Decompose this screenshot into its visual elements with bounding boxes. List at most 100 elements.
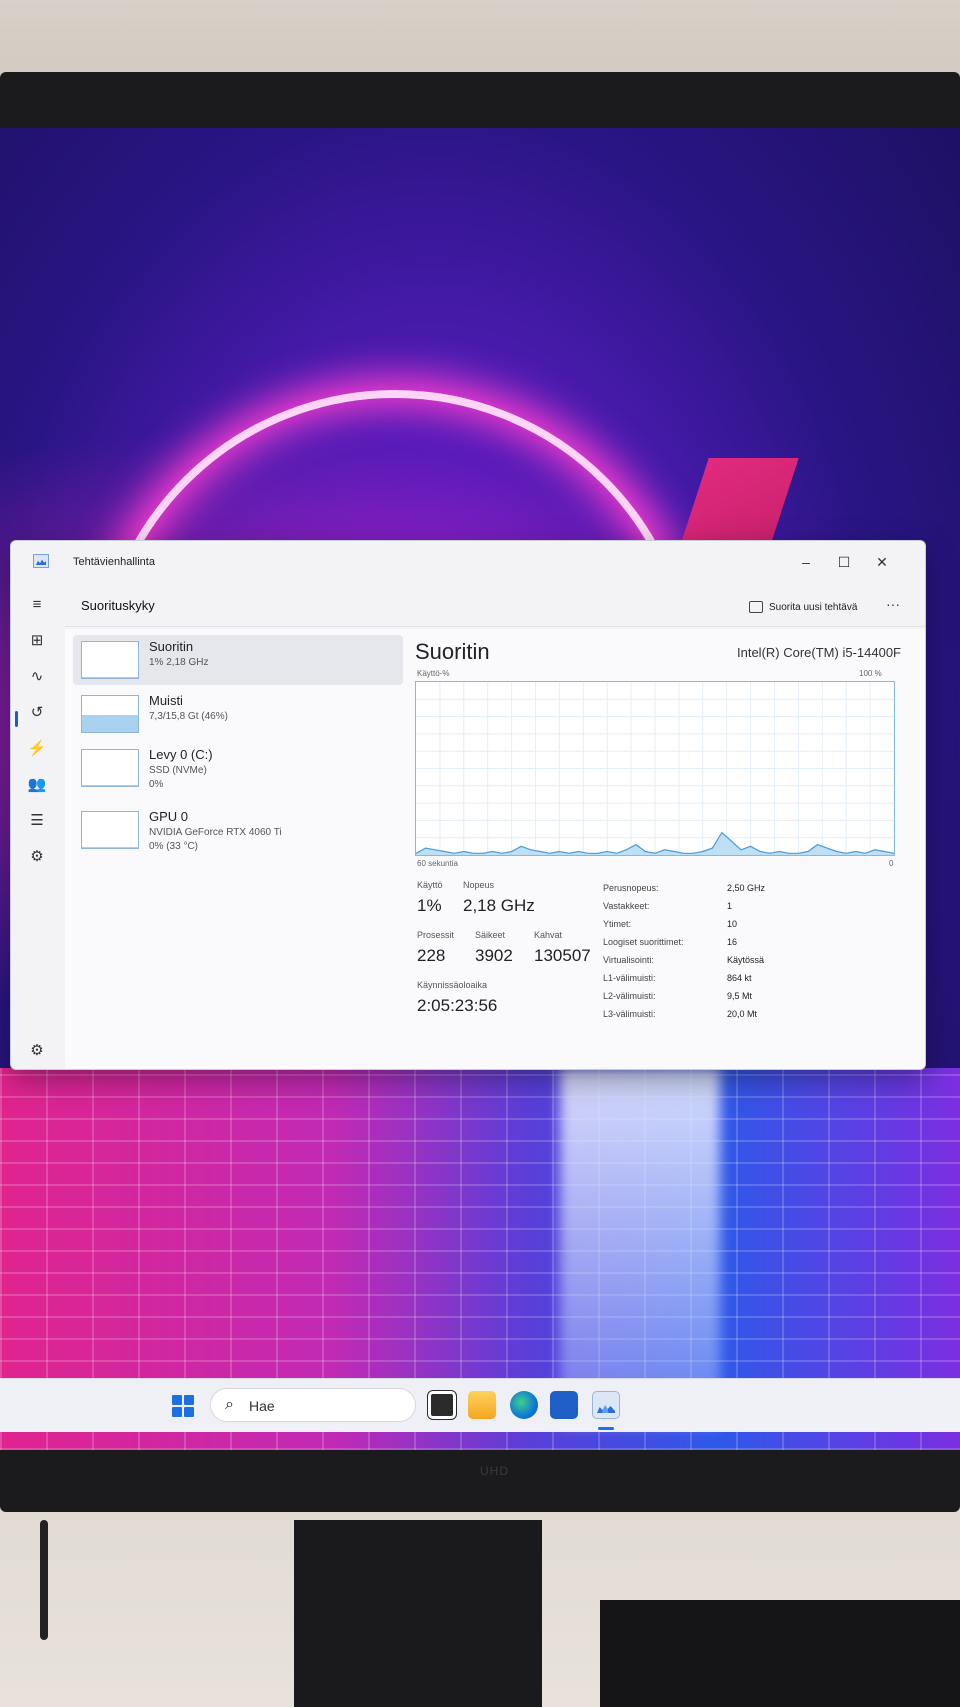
more-options-button[interactable]: ··· <box>879 593 907 617</box>
device-usage: 0% <box>149 779 164 790</box>
spec-label: Virtualisointi: <box>603 955 654 965</box>
app-history-icon[interactable]: ↺ <box>25 701 49 725</box>
close-button[interactable]: ✕ <box>867 551 897 573</box>
disk-thumbnail <box>81 749 139 787</box>
device-cpu[interactable]: Suoritin 1% 2,18 GHz <box>73 635 403 685</box>
title-bar[interactable]: Tehtävienhallinta – ☐ ✕ <box>11 541 925 583</box>
performance-content: Suoritin 1% 2,18 GHz Muisti 7,3/15,8 Gt … <box>65 629 925 1069</box>
speed-value: 2,18 GHz <box>463 896 535 915</box>
spec-value: 1 <box>727 901 733 911</box>
thumbnail-fill <box>82 846 138 848</box>
processes-value: 228 <box>417 946 446 965</box>
task-manager-window: Tehtävienhallinta – ☐ ✕ ≡ ⊞ ∿ ↺ ⚡ 👥 ☰ ⚙ … <box>10 540 926 1070</box>
spec-value: 10 <box>727 919 738 929</box>
startup-apps-icon[interactable]: ⚡ <box>25 737 49 761</box>
threads-label: Säikeet <box>475 930 506 940</box>
monitor-cable <box>40 1520 48 1640</box>
device-detail: SSD (NVMe) <box>149 765 207 776</box>
device-usage: 0% (33 °C) <box>149 841 199 852</box>
edge-browser-icon[interactable] <box>510 1391 538 1419</box>
nav-active-indicator <box>15 711 18 727</box>
speed-label: Nopeus <box>463 880 495 890</box>
thumbnail-fill <box>82 715 138 732</box>
taskbar: ⌕ Hae <box>0 1378 960 1432</box>
panel-title: Suoritin <box>415 639 490 664</box>
microsoft-store-icon[interactable] <box>550 1391 578 1419</box>
device-name: Suoritin <box>149 639 194 654</box>
file-explorer-icon[interactable] <box>468 1391 496 1419</box>
y-axis-label: Käyttö-% <box>417 669 450 678</box>
device-disk[interactable]: Levy 0 (C:) SSD (NVMe) 0% <box>73 743 403 793</box>
device-name: Levy 0 (C:) <box>149 747 213 762</box>
taskbar-search[interactable]: ⌕ Hae <box>210 1388 416 1422</box>
maximize-button[interactable]: ☐ <box>829 551 859 573</box>
desk-object <box>600 1600 960 1707</box>
spec-value: 20,0 Mt <box>727 1009 758 1019</box>
spec-value: 16 <box>727 937 738 947</box>
spec-value: Käytössä <box>727 955 765 965</box>
cpu-performance-panel: Suoritin Intel(R) Core(TM) i5-14400F Käy… <box>415 629 915 1069</box>
spec-label: L1-välimuisti: <box>603 973 656 983</box>
spec-label: Vastakkeet: <box>603 901 650 911</box>
task-view-icon[interactable] <box>427 1390 457 1420</box>
uptime-label: Käynnissäoloaika <box>417 980 488 990</box>
device-name: Muisti <box>149 693 183 708</box>
handles-value: 130507 <box>534 946 591 965</box>
processes-icon[interactable]: ⊞ <box>25 629 49 653</box>
spec-value: 9,5 Mt <box>727 991 753 1001</box>
users-icon[interactable]: 👥 <box>25 773 49 797</box>
device-gpu[interactable]: GPU 0 NVIDIA GeForce RTX 4060 Ti 0% (33 … <box>73 805 403 855</box>
run-task-icon <box>749 601 763 613</box>
device-detail: 7,3/15,8 Gt (46%) <box>149 711 228 722</box>
spec-value: 2,50 GHz <box>727 883 766 893</box>
device-name: GPU 0 <box>149 809 189 824</box>
window-title: Tehtävienhallinta <box>73 556 155 568</box>
details-icon[interactable]: ☰ <box>25 809 49 833</box>
device-list: Suoritin 1% 2,18 GHz Muisti 7,3/15,8 Gt … <box>65 629 405 1069</box>
y-axis-max-label: 100 % <box>859 669 882 678</box>
thumbnail-fill <box>82 784 138 786</box>
threads-value: 3902 <box>475 946 513 965</box>
minimize-button[interactable]: – <box>791 551 821 573</box>
start-button[interactable] <box>172 1395 194 1417</box>
spec-value: 864 kt <box>727 973 752 983</box>
usage-value: 1% <box>417 896 442 915</box>
spec-label: Ytimet: <box>603 919 632 929</box>
monitor-stand <box>294 1520 542 1707</box>
page-title: Suorituskyky <box>81 598 155 613</box>
cpu-usage-chart <box>416 682 894 855</box>
x-axis-label: 60 sekuntia <box>417 859 458 868</box>
services-icon[interactable]: ⚙ <box>25 845 49 869</box>
nav-sidebar: ≡ ⊞ ∿ ↺ ⚡ 👥 ☰ ⚙ ⚙ <box>11 583 63 1069</box>
run-new-task-label: Suorita uusi tehtävä <box>769 601 858 613</box>
uptime-value: 2:05:23:56 <box>417 996 498 1015</box>
active-app-indicator <box>598 1427 614 1430</box>
windows-logo-icon <box>172 1395 182 1405</box>
device-detail: 1% 2,18 GHz <box>149 657 209 668</box>
spec-label: Perusnopeus: <box>603 883 659 893</box>
handles-label: Kahvat <box>534 930 563 940</box>
cpu-model: Intel(R) Core(TM) i5-14400F <box>737 645 901 660</box>
page-header: Suorituskyky Suorita uusi tehtävä ··· <box>65 585 925 627</box>
device-memory[interactable]: Muisti 7,3/15,8 Gt (46%) <box>73 689 403 739</box>
run-new-task-button[interactable]: Suorita uusi tehtävä <box>749 595 857 619</box>
monitor-brand-label: UHD <box>480 1464 509 1478</box>
search-icon: ⌕ <box>225 1396 234 1413</box>
wallpaper-floor-reflection <box>560 1068 720 1428</box>
usage-label: Käyttö <box>417 880 443 890</box>
task-manager-taskbar-icon[interactable] <box>592 1391 620 1419</box>
processes-label: Prosessit <box>417 930 455 940</box>
spec-label: L2-välimuisti: <box>603 991 656 1001</box>
cpu-usage-graph <box>415 681 895 856</box>
cpu-thumbnail <box>81 641 139 679</box>
thumbnail-fill <box>82 676 138 678</box>
spec-label: Loogiset suorittimet: <box>603 937 684 947</box>
settings-gear-icon[interactable]: ⚙ <box>25 1039 49 1063</box>
hamburger-menu-icon[interactable]: ≡ <box>25 593 49 617</box>
x-axis-min-label: 0 <box>889 859 894 868</box>
device-detail: NVIDIA GeForce RTX 4060 Ti <box>149 827 282 838</box>
gpu-thumbnail <box>81 811 139 849</box>
performance-icon[interactable]: ∿ <box>25 665 49 689</box>
search-placeholder: Hae <box>249 1398 275 1414</box>
memory-thumbnail <box>81 695 139 733</box>
